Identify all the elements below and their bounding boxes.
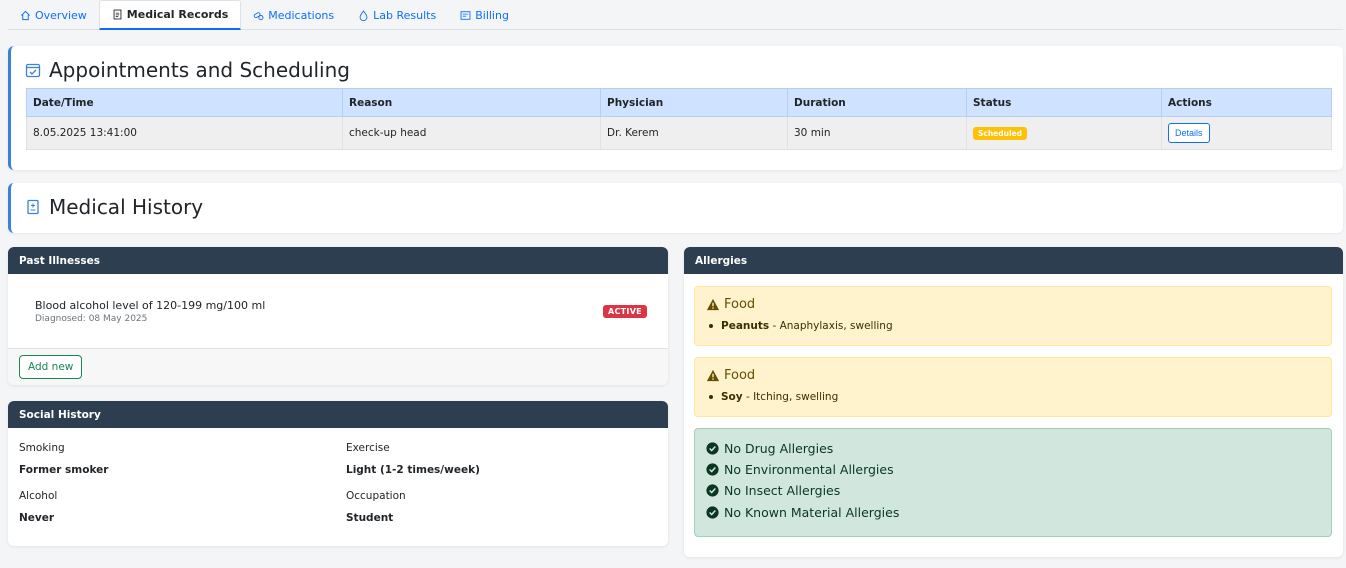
tab-billing[interactable]: Billing — [448, 0, 521, 30]
section-heading: Appointments and Scheduling — [49, 58, 350, 82]
no-allergy-label: No Insect Allergies — [724, 483, 841, 498]
card-header: Social History — [8, 401, 668, 428]
tab-medical-records[interactable]: Medical Records — [98, 0, 242, 30]
smoking-value: Former smoker — [19, 464, 109, 476]
illness-name: Blood alcohol level of 120-199 mg/100 ml — [35, 299, 266, 312]
allergy-alert-food: Food Soy - Itching, swelling — [694, 357, 1332, 417]
appointment-actions-cell: Details — [1161, 116, 1332, 150]
tab-overview[interactable]: Overview — [8, 0, 99, 30]
no-allergy-row: No Insect Allergies — [706, 483, 840, 498]
allergy-category: Food — [706, 297, 755, 312]
check-circle-icon — [706, 442, 719, 455]
column-header: Physician — [600, 88, 788, 117]
tab-bar: Overview Medical Records Medications Lab… — [8, 0, 1343, 30]
no-allergy-label: No Drug Allergies — [724, 441, 834, 456]
table-header-row: Date/Time Reason Physician Duration Stat… — [26, 88, 1332, 117]
exercise-value: Light (1-2 times/week) — [346, 464, 480, 476]
occupation-value: Student — [346, 512, 394, 524]
social-history-card: Social History Smoking Former smoker Exe… — [8, 401, 668, 546]
check-circle-icon — [706, 463, 719, 476]
tab-label: Medical Records — [126, 8, 229, 21]
warning-icon — [706, 298, 720, 311]
column-header: Status — [966, 88, 1162, 117]
allergen-reaction: - Anaphylaxis, swelling — [769, 320, 893, 332]
tab-label: Billing — [475, 8, 509, 22]
tab-label: Medications — [268, 8, 335, 22]
allergy-item: Peanuts - Anaphylaxis, swelling — [709, 320, 893, 332]
details-button[interactable]: Details — [1168, 123, 1210, 143]
table-row: 8.05.2025 13:41:00 check-up head Dr. Ker… — [26, 116, 1332, 150]
add-new-button[interactable]: Add new — [19, 355, 83, 379]
medical-history-title: Medical History — [25, 195, 203, 219]
appointments-title: Appointments and Scheduling — [25, 58, 350, 82]
exercise-label: Exercise — [346, 442, 390, 454]
alcohol-value: Never — [19, 512, 55, 524]
allergy-category: Food — [706, 368, 755, 383]
allergen-name: Peanuts — [721, 320, 770, 332]
card-footer: Add new — [8, 348, 668, 385]
no-allergy-row: No Known Material Allergies — [706, 505, 899, 520]
no-allergy-label: No Environmental Allergies — [724, 462, 894, 477]
section-heading: Medical History — [49, 195, 204, 219]
allergy-alert-food: Food Peanuts - Anaphylaxis, swelling — [694, 286, 1332, 346]
medical-file-icon — [27, 199, 39, 215]
column-header: Duration — [787, 88, 967, 117]
card-header: Past Illnesses — [8, 247, 668, 274]
warning-icon — [706, 369, 720, 382]
past-illnesses-card: Past Illnesses Blood alcohol level of 12… — [8, 247, 668, 385]
no-allergy-row: No Environmental Allergies — [706, 462, 894, 477]
allergy-category-label: Food — [724, 297, 756, 312]
tab-label: Lab Results — [373, 8, 437, 22]
medical-history-panel: Medical History — [8, 183, 1343, 233]
tab-medications[interactable]: Medications — [241, 0, 346, 30]
appointment-reason: check-up head — [342, 116, 601, 150]
allergies-card: Allergies Food Peanuts - Anaphylaxis, sw… — [684, 247, 1343, 557]
appointments-panel: Appointments and Scheduling Date/Time Re… — [8, 46, 1343, 170]
appointment-status-cell: Scheduled — [966, 116, 1162, 150]
column-header: Actions — [1161, 88, 1332, 117]
no-allergies-alert: No Drug Allergies No Environmental Aller… — [694, 428, 1332, 537]
allergen-name: Soy — [721, 391, 743, 403]
illness-diagnosed-date: Diagnosed: 08 May 2025 — [35, 314, 148, 324]
document-icon — [113, 9, 122, 20]
smoking-label: Smoking — [19, 442, 65, 454]
pills-icon — [254, 11, 264, 20]
appointment-datetime: 8.05.2025 13:41:00 — [26, 116, 343, 150]
column-header: Reason — [342, 88, 601, 117]
droplet-icon — [359, 9, 368, 21]
bullet — [709, 395, 713, 399]
alcohol-label: Alcohol — [19, 490, 58, 502]
tab-label: Overview — [35, 8, 87, 22]
no-allergy-row: No Drug Allergies — [706, 441, 833, 456]
check-circle-icon — [706, 506, 719, 519]
occupation-label: Occupation — [346, 490, 406, 502]
status-badge: Scheduled — [973, 127, 1028, 140]
no-allergy-label: No Known Material Allergies — [724, 505, 900, 520]
tab-lab-results[interactable]: Lab Results — [346, 0, 448, 30]
home-icon — [21, 10, 30, 20]
column-header: Date/Time — [26, 88, 343, 117]
card-header: Allergies — [684, 247, 1343, 274]
appointments-table: Date/Time Reason Physician Duration Stat… — [26, 88, 1332, 150]
allergy-item: Soy - Itching, swelling — [709, 391, 838, 403]
bullet — [709, 324, 713, 328]
allergy-category-label: Food — [724, 368, 756, 383]
receipt-icon — [460, 10, 471, 20]
calendar-check-icon — [25, 63, 41, 78]
check-circle-icon — [706, 484, 719, 497]
allergen-reaction: - Itching, swelling — [742, 391, 839, 403]
appointment-duration: 30 min — [787, 116, 967, 150]
appointment-physician: Dr. Kerem — [600, 116, 788, 150]
status-badge: ACTIVE — [603, 305, 647, 318]
